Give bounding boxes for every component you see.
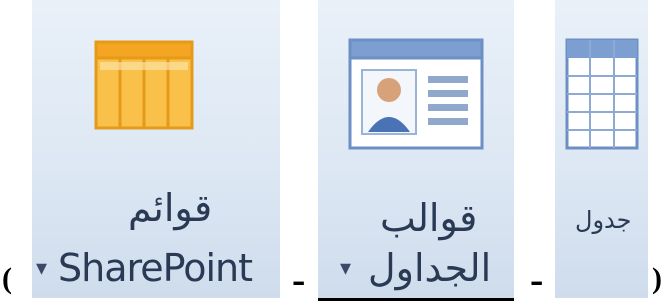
- table-button[interactable]: جدول: [555, 0, 648, 298]
- table-grid-icon: [565, 38, 639, 150]
- table-templates-label-line1: قوالب: [380, 196, 478, 240]
- chevron-down-icon: ▾: [36, 256, 48, 281]
- underline: [318, 298, 514, 301]
- contact-card-icon: [348, 38, 484, 150]
- sharepoint-lists-label-english: SharePoint: [58, 246, 253, 290]
- dash-separator-1: -: [292, 257, 306, 302]
- table-templates-button[interactable]: قوالب ▾ الجداول: [318, 0, 514, 298]
- chevron-down-icon: ▾: [340, 256, 352, 281]
- table-templates-label-line2: الجداول: [368, 246, 492, 290]
- sharepoint-lists-label-arabic: قوائم: [128, 186, 213, 230]
- sharepoint-lists-button[interactable]: قوائم ▾ SharePoint: [32, 0, 280, 298]
- open-paren: (: [2, 262, 12, 295]
- dash-separator-2: -: [530, 257, 544, 302]
- close-paren: ): [652, 262, 662, 295]
- sharepoint-list-icon: [94, 40, 194, 130]
- table-label: جدول: [575, 206, 632, 234]
